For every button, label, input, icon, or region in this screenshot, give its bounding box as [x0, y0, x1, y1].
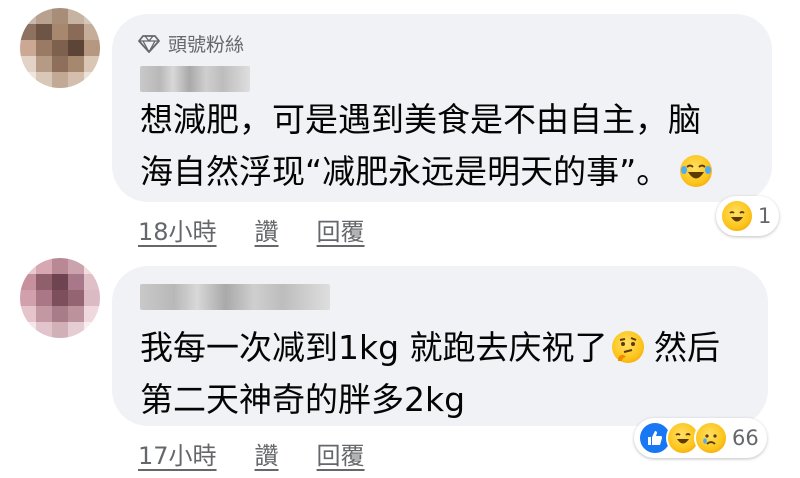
reactions-summary[interactable]: 66 [634, 418, 767, 458]
reply-button[interactable]: 回覆 [317, 212, 365, 247]
avatar[interactable] [20, 258, 100, 338]
thinking-emoji-icon [611, 331, 644, 363]
comment-text-line: 第二天神奇的胖多2kg [140, 380, 466, 419]
reply-button[interactable]: 回覆 [317, 436, 365, 471]
reactions-summary[interactable]: 1 [716, 196, 780, 236]
comment-text: 我每一次减到1kg 就跑去庆祝了 然后 第二天神奇的胖多2kg [140, 322, 720, 426]
laugh-icon [720, 199, 754, 233]
reaction-count: 66 [732, 426, 759, 450]
top-fan-badge[interactable]: 頭號粉絲 [138, 30, 244, 57]
sad-icon [694, 421, 728, 455]
commenter-name[interactable] [140, 66, 250, 92]
comment-actions: 17小時 讚 回覆 [138, 436, 365, 471]
comment-text: 想減肥，可是遇到美食是不由自主，脑 海自然浮现“减肥永远是明天的事”。 [140, 94, 712, 198]
diamond-icon [138, 34, 160, 53]
badge-label: 頭號粉絲 [168, 34, 245, 56]
comment-text-line: 我每一次减到1kg 就跑去庆祝了 然后 [140, 328, 721, 367]
comment-actions: 18小時 讚 回覆 [138, 212, 365, 247]
reaction-count: 1 [758, 204, 772, 228]
laughing-emoji-icon [679, 155, 712, 187]
like-button[interactable]: 讚 [255, 212, 279, 247]
comment-text-line: 海自然浮现“减肥永远是明天的事”。 [140, 146, 712, 198]
timestamp-link[interactable]: 17小時 [138, 436, 217, 471]
avatar[interactable] [20, 8, 100, 88]
commenter-name[interactable] [140, 284, 330, 310]
timestamp-link[interactable]: 18小時 [138, 212, 217, 247]
comment-text-line: 想減肥，可是遇到美食是不由自主，脑 [140, 100, 701, 139]
like-button[interactable]: 讚 [255, 436, 279, 471]
